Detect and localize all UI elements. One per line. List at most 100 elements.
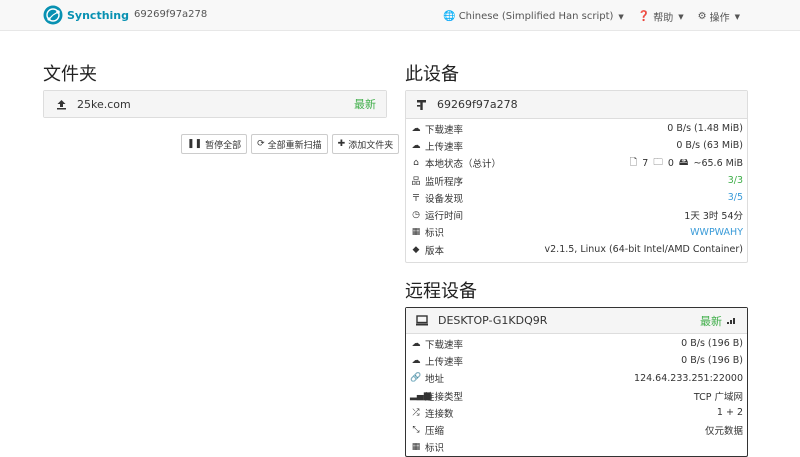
help-label: 帮助 xyxy=(653,13,674,24)
row-value: 0 B/s (196 B) xyxy=(681,355,743,367)
navbar: Syncthing 69269f97a278 🌐 Chinese (Simpli… xyxy=(0,0,800,31)
row-label: 上传速率 xyxy=(425,356,464,368)
row-label: 地址 xyxy=(425,374,445,386)
plus-icon: ✚ xyxy=(337,139,346,149)
row-label: 压缩 xyxy=(425,426,445,438)
local-state-value: 🗋 7 🗀 0 🖴 ~65.6 MiB xyxy=(630,155,743,171)
remote-compression-row: ⤡ 压缩 仅元数据 xyxy=(410,421,743,438)
discovery-value[interactable]: 3/5 xyxy=(728,192,743,203)
row-value: v2.1.5, Linux (64-bit Intel/AMD Containe… xyxy=(544,244,743,256)
cloud-upload-icon: ☁ xyxy=(411,355,421,366)
device-id-link[interactable]: WWPWAHY xyxy=(690,227,743,238)
pause-icon: ❚❚ xyxy=(187,139,203,149)
pause-all-button[interactable]: ❚❚ 暂停全部 xyxy=(181,134,248,154)
nav-device-id: 69269f97a278 xyxy=(134,9,208,20)
row-label: 下载速率 xyxy=(425,124,464,136)
rescan-all-button[interactable]: ⟳ 全部重新扫描 xyxy=(251,134,328,154)
folder-panel[interactable]: 25ke.com 最新 xyxy=(43,90,387,118)
row-label: 设备发现 xyxy=(425,193,464,205)
brand[interactable]: Syncthing xyxy=(43,5,129,25)
row-label: 版本 xyxy=(425,245,445,257)
folders-title: 文件夹 xyxy=(43,64,97,85)
rescan-all-label: 全部重新扫描 xyxy=(267,140,322,151)
uptime-row: ◷ 运行时间 1天 3时 54分 xyxy=(410,206,743,223)
remote-devices-title: 远程设备 xyxy=(405,281,477,302)
hdd-icon: 🖴 xyxy=(678,157,689,169)
remote-connection-type-row: ▂▄▆ 连接类型 TCP 广域网 xyxy=(410,387,743,404)
remote-device-name: DESKTOP-G1KDQ9R xyxy=(438,314,548,327)
remote-upload-row: ☁ 上传速率 0 B/s (196 B) xyxy=(410,352,744,369)
link-icon: 🔗 xyxy=(410,373,422,384)
actions-label: 操作 xyxy=(709,13,730,24)
signal-strength-icon xyxy=(727,317,737,324)
row-label: 标识 xyxy=(425,443,445,455)
listeners-row: 品 监听程序 3/3 xyxy=(410,172,743,189)
remote-device-status: 最新 xyxy=(700,314,722,328)
download-rate-row: ☁ 下载速率 0 B/s (1.48 MiB) xyxy=(410,120,744,137)
refresh-icon: ⟳ xyxy=(257,139,265,149)
row-label: 上传速率 xyxy=(425,141,464,153)
this-device-title: 此设备 xyxy=(405,64,459,85)
caret-down-icon: ▼ xyxy=(678,12,684,21)
qrcode-icon: ▦ xyxy=(411,227,421,238)
compress-icon: ⤡ xyxy=(412,425,420,436)
row-label: 本地状态（总计） xyxy=(425,159,502,171)
language-menu[interactable]: 🌐 Chinese (Simplified Han script) ▼ xyxy=(443,9,624,24)
brand-name: Syncthing xyxy=(67,8,130,22)
upload-rate-row: ☁ 上传速率 0 B/s (63 MiB) xyxy=(410,137,744,154)
folder-status: 最新 xyxy=(354,98,376,111)
tag-icon: ◆ xyxy=(412,244,420,255)
row-label: 下载速率 xyxy=(425,339,464,351)
home-icon: ⌂ xyxy=(413,158,419,169)
remote-download-row: ☁ 下载速率 0 B/s (196 B) xyxy=(410,335,744,352)
cloud-download-icon: ☁ xyxy=(411,338,421,349)
listeners-value[interactable]: 3/3 xyxy=(728,175,743,186)
upload-icon xyxy=(56,99,67,110)
local-state-row: ⌂ 本地状态（总计） 🗋 7 🗀 0 🖴 ~65.6 MiB xyxy=(410,155,743,172)
files-count: 7 xyxy=(642,157,649,169)
this-device-name: 69269f97a278 xyxy=(437,98,518,111)
cloud-download-icon: ☁ xyxy=(411,123,421,134)
this-device-panel: 69269f97a278 ☁ 下载速率 0 B/s (1.48 MiB) ☁ 上… xyxy=(405,90,748,263)
caret-down-icon: ▼ xyxy=(734,12,740,21)
dirs-count: 0 xyxy=(667,157,674,169)
globe-icon: 🌐 xyxy=(443,11,456,22)
actions-menu[interactable]: ⚙ 操作 ▼ xyxy=(698,9,740,24)
identification-row: ▦ 标识 WWPWAHY xyxy=(410,224,743,241)
row-value: 0 B/s (196 B) xyxy=(681,338,743,350)
row-value: 0 B/s (63 MiB) xyxy=(676,140,743,152)
discovery-row: 〒 设备发现 3/5 xyxy=(410,189,743,206)
row-value: 0 B/s (1.48 MiB) xyxy=(667,123,743,135)
folder-icon: 🗀 xyxy=(653,157,663,169)
pause-all-label: 暂停全部 xyxy=(205,140,242,151)
remote-address-row: 🔗 地址 124.64.233.251:22000 xyxy=(410,370,743,387)
signpost-icon: 〒 xyxy=(411,194,421,205)
add-folder-label: 添加文件夹 xyxy=(348,140,394,151)
add-folder-button[interactable]: ✚ 添加文件夹 xyxy=(331,134,400,154)
row-value: 124.64.233.251:22000 xyxy=(634,372,743,384)
size-value: ~65.6 MiB xyxy=(693,157,744,169)
row-label: 连接数 xyxy=(425,408,454,420)
clock-icon: ◷ xyxy=(412,210,420,221)
remote-device-panel[interactable]: DESKTOP-G1KDQ9R 最新 ☁ 下载速率 0 B/s (196 B) … xyxy=(405,307,748,457)
version-row: ◆ 版本 v2.1.5, Linux (64-bit Intel/AMD Con… xyxy=(410,241,743,258)
caret-down-icon: ▼ xyxy=(618,12,624,21)
device-icon xyxy=(416,99,427,111)
row-label: 标识 xyxy=(425,228,445,240)
row-label: 运行时间 xyxy=(425,211,464,223)
help-menu[interactable]: ❓ 帮助 ▼ xyxy=(638,9,684,24)
row-value: TCP 广域网 xyxy=(693,391,743,403)
row-value: 仅元数据 xyxy=(704,426,743,438)
desktop-icon xyxy=(416,315,428,326)
gear-icon: ⚙ xyxy=(697,11,707,22)
syncthing-logo-icon xyxy=(43,5,63,25)
shuffle-icon: ⤮ xyxy=(412,407,420,418)
signal-icon: ▂▄▆ xyxy=(410,390,431,401)
sitemap-icon: 品 xyxy=(411,177,421,188)
language-label: Chinese (Simplified Han script) xyxy=(458,11,614,22)
row-label: 连接类型 xyxy=(425,391,464,403)
row-value: 1天 3时 54分 xyxy=(684,211,743,223)
qrcode-icon: ▦ xyxy=(411,442,421,453)
row-value: 1 + 2 xyxy=(716,407,743,419)
question-icon: ❓ xyxy=(637,11,651,22)
